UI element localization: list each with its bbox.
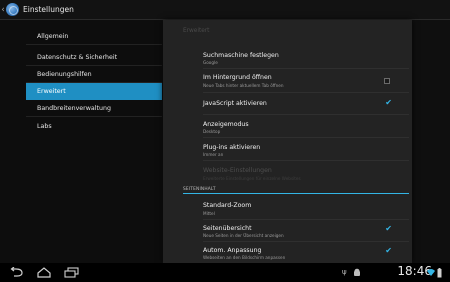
pref-title: JavaScript aktivieren bbox=[203, 100, 267, 107]
pref-summary: Immer an bbox=[203, 152, 224, 157]
sidebar-item-allgemein[interactable]: Allgemein bbox=[26, 28, 162, 45]
sidebar-item-label: Labs bbox=[37, 123, 52, 130]
checkbox-unchecked[interactable] bbox=[384, 78, 390, 84]
sidebar-item-label: Erweitert bbox=[37, 88, 66, 95]
section-header-seiteninhalt: SEITENINHALT bbox=[183, 185, 409, 194]
pref-summary: Neue Seiten in der Übersicht anzeigen bbox=[203, 233, 284, 238]
wifi-icon bbox=[427, 269, 435, 276]
checkmark-icon[interactable]: ✔ bbox=[385, 99, 392, 107]
pref-title: Suchmaschine festlegen bbox=[203, 52, 279, 59]
sidebar: Allgemein Datenschutz & Sicherheit Bedie… bbox=[0, 20, 162, 263]
android-icon bbox=[354, 268, 360, 276]
pref-title: Autom. Anpassung bbox=[203, 247, 262, 254]
system-bar: ψ 18:46 bbox=[0, 263, 450, 282]
content: Allgemein Datenschutz & Sicherheit Bedie… bbox=[0, 20, 450, 263]
pref-suchmaschine[interactable]: Suchmaschine festlegen Google bbox=[203, 47, 409, 69]
sidebar-item-erweitert[interactable]: Erweitert bbox=[26, 83, 162, 100]
sidebar-item-datenschutz[interactable]: Datenschutz & Sicherheit bbox=[26, 49, 162, 66]
pref-summary: Neue Tabs hinter aktuellem Tab öffnen bbox=[203, 83, 284, 88]
checkmark-icon[interactable]: ✔ bbox=[385, 247, 392, 255]
pref-standard-zoom[interactable]: Standard-Zoom Mittel bbox=[203, 197, 409, 220]
battery-icon bbox=[437, 268, 442, 278]
sidebar-item-bedienungshilfen[interactable]: Bedienungshilfen bbox=[26, 66, 162, 83]
recents-icon[interactable] bbox=[64, 267, 80, 278]
sidebar-item-label: Bandbreitenverwaltung bbox=[37, 104, 111, 112]
sidebar-item-label: Bedienungshilfen bbox=[37, 70, 92, 78]
pref-summary: Google bbox=[203, 60, 218, 65]
pref-anzeigemodus[interactable]: Anzeigemodus Desktop bbox=[203, 115, 409, 138]
pref-seitenuebersicht[interactable]: Seitenübersicht Neue Seiten in der Übers… bbox=[203, 220, 409, 242]
action-bar-title: Einstellungen bbox=[23, 5, 74, 14]
sidebar-item-labs[interactable]: Labs bbox=[26, 118, 162, 135]
back-icon[interactable] bbox=[8, 267, 24, 278]
checkmark-icon[interactable]: ✔ bbox=[385, 225, 392, 233]
sidebar-item-label: Allgemein bbox=[37, 32, 69, 40]
usb-icon: ψ bbox=[342, 268, 347, 276]
pref-summary: Erweiterte Einstellungen für einzelne We… bbox=[203, 176, 301, 181]
pref-autom-anpassung[interactable]: Autom. Anpassung Webseiten an den Bildsc… bbox=[203, 242, 409, 263]
pref-title: Plug-ins aktivieren bbox=[203, 144, 261, 151]
pref-title: Anzeigemodus bbox=[203, 121, 249, 128]
back-caret-icon[interactable]: ‹ bbox=[1, 0, 5, 19]
settings-app-icon[interactable] bbox=[6, 3, 19, 16]
pref-title: Im Hintergrund öffnen bbox=[203, 74, 272, 81]
pref-title: Website-Einstellungen bbox=[203, 167, 272, 174]
screen: ‹ Einstellungen Allgemein Datenschutz & … bbox=[0, 0, 450, 282]
pref-summary: Desktop bbox=[203, 129, 221, 134]
pref-title: Standard-Zoom bbox=[203, 202, 252, 209]
pref-javascript[interactable]: JavaScript aktivieren ✔ bbox=[203, 93, 409, 115]
sidebar-item-label: Datenschutz & Sicherheit bbox=[37, 53, 118, 61]
pref-hintergrund[interactable]: Im Hintergrund öffnen Neue Tabs hinter a… bbox=[203, 69, 409, 93]
detail-panel: Erweitert Suchmaschine festlegen Google … bbox=[163, 20, 412, 263]
pref-summary: Webseiten an den Bildschirm anpassen bbox=[203, 255, 286, 260]
pref-website-einstellungen: Website-Einstellungen Erweiterte Einstel… bbox=[203, 161, 409, 185]
pref-plugins[interactable]: Plug-ins aktivieren Immer an bbox=[203, 138, 409, 161]
sidebar-item-bandbreitenverwaltung[interactable]: Bandbreitenverwaltung bbox=[26, 100, 162, 117]
panel-header: Erweitert bbox=[183, 28, 210, 34]
home-icon[interactable] bbox=[36, 267, 52, 278]
pref-title: Seitenübersicht bbox=[203, 225, 252, 232]
pref-summary: Mittel bbox=[203, 211, 215, 216]
action-bar: ‹ Einstellungen bbox=[0, 0, 450, 20]
